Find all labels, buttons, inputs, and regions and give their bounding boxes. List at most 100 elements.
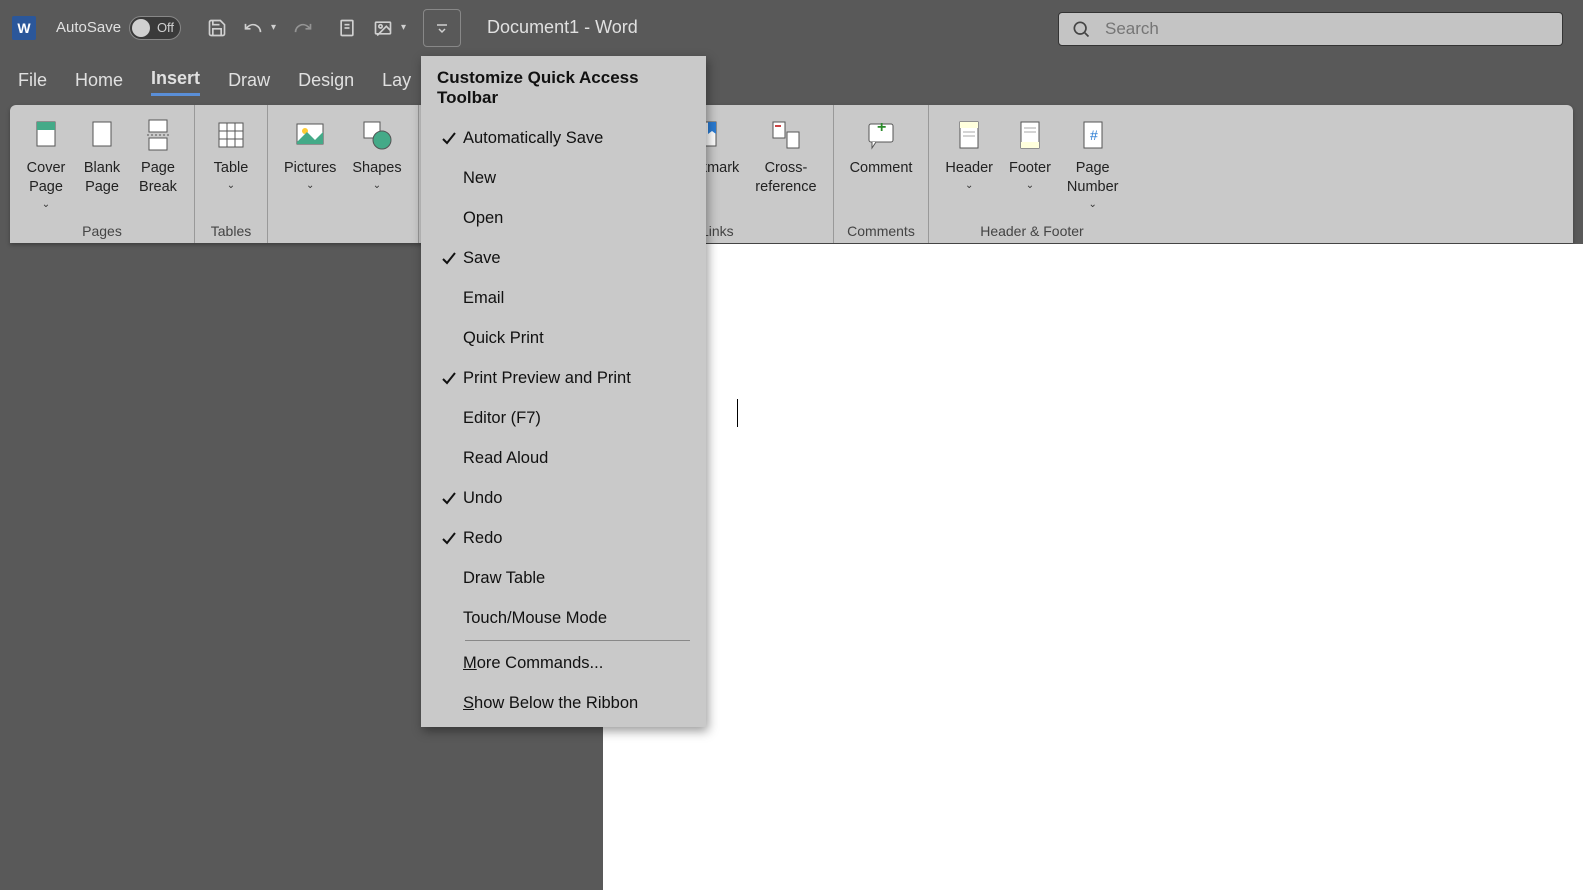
- ribbon-button-label: Cover Page: [27, 159, 66, 197]
- ribbon-button-label: Cross- reference: [755, 159, 816, 197]
- ribbon-button-table[interactable]: Table⌄: [205, 111, 257, 219]
- menu-item-label: Draw Table: [463, 569, 545, 588]
- tab-home[interactable]: Home: [75, 66, 123, 95]
- chevron-down-icon: ⌄: [306, 180, 314, 191]
- tab-lay[interactable]: Lay: [382, 66, 411, 95]
- qat-menu-item-email[interactable]: Email: [421, 278, 706, 318]
- check-icon: [435, 490, 463, 506]
- ribbon-button-label: Header: [945, 159, 993, 178]
- chevron-down-icon: ⌄: [1026, 180, 1034, 191]
- group-label: Comments: [844, 219, 919, 241]
- chevron-down-icon: ⌄: [373, 180, 381, 191]
- chevron-down-icon: ⌄: [42, 199, 50, 210]
- qat-menu-item-read-aloud[interactable]: Read Aloud: [421, 438, 706, 478]
- qat-menu-item-quick-print[interactable]: Quick Print: [421, 318, 706, 358]
- dropdown-separator: [465, 640, 690, 641]
- tab-insert[interactable]: Insert: [151, 64, 200, 96]
- cover-page-icon: [26, 115, 66, 155]
- menu-item-label: Read Aloud: [463, 449, 548, 468]
- qat-menu-item-print-preview-and-print[interactable]: Print Preview and Print: [421, 358, 706, 398]
- menu-item-label: Open: [463, 209, 503, 228]
- ribbon-tabs: FileHomeInsertDrawDesignLayiewViewHelp: [0, 55, 1583, 105]
- autosave-label: AutoSave: [56, 19, 121, 36]
- group-label: Pages: [20, 219, 184, 241]
- undo-button[interactable]: [237, 12, 269, 44]
- page-break-icon: [138, 115, 178, 155]
- save-button[interactable]: [201, 12, 233, 44]
- search-icon: [1071, 19, 1091, 39]
- ribbon-button-label: Shapes: [352, 159, 401, 178]
- qat-menu-item-editor-f7-[interactable]: Editor (F7): [421, 398, 706, 438]
- search-box[interactable]: [1058, 12, 1563, 46]
- check-icon: [435, 130, 463, 146]
- autosave-toggle-thumb: [132, 19, 150, 37]
- ribbon-button-label: Footer: [1009, 159, 1051, 178]
- group-label: Header & Footer: [939, 219, 1124, 241]
- ribbon-button-shapes[interactable]: Shapes ⌄: [346, 111, 407, 235]
- qat-menu-item-automatically-save[interactable]: Automatically Save: [421, 118, 706, 158]
- ribbon-button-cover-page[interactable]: Cover Page ⌄: [20, 111, 72, 219]
- picture-button[interactable]: [367, 12, 399, 44]
- ribbon-button-label: Table: [214, 159, 249, 178]
- ribbon-button-pictures[interactable]: Pictures ⌄: [278, 111, 342, 235]
- document-page[interactable]: [603, 244, 1583, 890]
- ribbon-button-footer[interactable]: Footer ⌄: [1003, 111, 1057, 219]
- group-label: [278, 235, 408, 241]
- svg-text:#: #: [1090, 127, 1098, 143]
- ribbon-group-Comments: +CommentComments: [834, 105, 930, 243]
- ribbon-button-header[interactable]: Header ⌄: [939, 111, 999, 219]
- redo-button[interactable]: [287, 12, 319, 44]
- menu-item-label: Undo: [463, 489, 502, 508]
- ribbon-button-blank-page[interactable]: Blank Page: [76, 111, 128, 219]
- qat-menu-item-touch-mouse-mode[interactable]: Touch/Mouse Mode: [421, 598, 706, 638]
- autosave-toggle[interactable]: Off: [129, 16, 181, 40]
- menu-item-label: Redo: [463, 529, 502, 548]
- menu-item-label: Editor (F7): [463, 409, 541, 428]
- picture-dropdown[interactable]: ▾: [401, 22, 415, 33]
- tab-file[interactable]: File: [18, 66, 47, 95]
- check-icon: [435, 530, 463, 546]
- ribbon-group-2: Pictures ⌄ Shapes ⌄: [268, 105, 419, 243]
- customize-qat-button[interactable]: [423, 9, 461, 47]
- qat-menu-item-open[interactable]: Open: [421, 198, 706, 238]
- qat-menu-item-draw-table[interactable]: Draw Table: [421, 558, 706, 598]
- ribbon-button-label: Pictures: [284, 159, 336, 178]
- qat-menu-item-new[interactable]: New: [421, 158, 706, 198]
- qat-menu-item-save[interactable]: Save: [421, 238, 706, 278]
- tab-design[interactable]: Design: [298, 66, 354, 95]
- qat-menu-item-redo[interactable]: Redo: [421, 518, 706, 558]
- header-icon: [949, 115, 989, 155]
- word-app-icon: W: [12, 16, 36, 40]
- ribbon-button-page-break[interactable]: Page Break: [132, 111, 184, 219]
- ribbon-button-page-number[interactable]: # Page Number ⌄: [1061, 111, 1125, 219]
- group-label: Tables: [205, 219, 257, 241]
- check-icon: [435, 250, 463, 266]
- qat-menu-item-undo[interactable]: Undo: [421, 478, 706, 518]
- chevron-down-icon: ⌄: [1089, 199, 1097, 210]
- tab-draw[interactable]: Draw: [228, 66, 270, 95]
- dropdown-title: Customize Quick Access Toolbar: [421, 56, 706, 118]
- pictures-icon: [290, 115, 330, 155]
- document-title: Document1 - Word: [487, 17, 638, 38]
- cross--reference-icon: [766, 115, 806, 155]
- ribbon-button-label: Page Number: [1067, 159, 1119, 197]
- page-number-icon: #: [1073, 115, 1113, 155]
- shapes-icon: [357, 115, 397, 155]
- menu-item-label: Quick Print: [463, 329, 544, 348]
- chevron-down-icon: ⌄: [965, 180, 973, 191]
- footer-icon: [1010, 115, 1050, 155]
- ribbon-button-cross--reference[interactable]: Cross- reference: [749, 111, 822, 219]
- qat-menu-item-show-below-the-ribbon[interactable]: Show Below the Ribbon: [421, 683, 706, 723]
- search-input[interactable]: [1105, 19, 1550, 39]
- text-cursor: [737, 399, 738, 427]
- undo-dropdown[interactable]: ▾: [271, 22, 285, 33]
- check-icon: [435, 370, 463, 386]
- menu-item-label: Show Below the Ribbon: [463, 694, 638, 713]
- print-preview-button[interactable]: [331, 12, 363, 44]
- blank-page-icon: [82, 115, 122, 155]
- ribbon-button-comment[interactable]: +Comment: [844, 111, 919, 219]
- qat-menu-item-more-commands-[interactable]: More Commands...: [421, 643, 706, 683]
- svg-text:+: +: [877, 119, 886, 136]
- menu-item-label: Save: [463, 249, 501, 268]
- comment-icon: +: [861, 115, 901, 155]
